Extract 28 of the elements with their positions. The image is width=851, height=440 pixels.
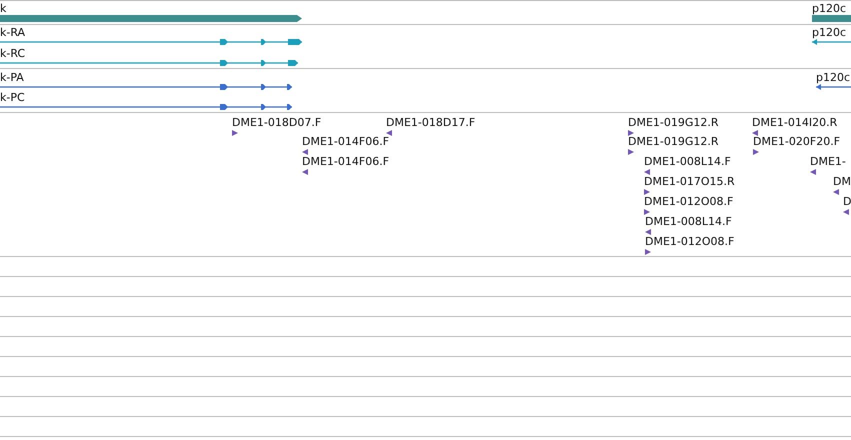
gene-bar[interactable]	[0, 15, 302, 22]
protein-label[interactable]: p120c	[816, 71, 850, 84]
est-label[interactable]: DME1-018D17.F	[386, 116, 476, 129]
protein-label[interactable]: k-PA	[0, 71, 24, 84]
gene-bar[interactable]	[812, 15, 851, 22]
gene-label[interactable]: p120c	[812, 2, 846, 15]
est-label[interactable]: DME1-014I20.R	[752, 116, 838, 129]
est-label[interactable]: DME1-012O08.F	[644, 195, 734, 208]
est-label[interactable]: DME1-	[810, 155, 846, 168]
protein-drawing	[816, 83, 851, 91]
est-label[interactable]: DME1-019G12.R	[628, 116, 719, 129]
est-label[interactable]: DM	[833, 175, 851, 188]
gene-label[interactable]: k	[0, 2, 6, 15]
est-label[interactable]: DME1-019G12.R	[628, 135, 719, 148]
transcript-label[interactable]: k-RA	[0, 26, 26, 39]
est-label[interactable]: DME1-018D07.F	[232, 116, 322, 129]
est-label[interactable]: DME1-012O08.F	[645, 235, 734, 248]
est-label[interactable]: DME1-008L14.F	[645, 215, 732, 228]
est-label[interactable]: DME1-008L14.F	[644, 155, 731, 168]
protein-label[interactable]: k-PC	[0, 91, 25, 104]
est-label[interactable]: DME1-014F06.F	[302, 155, 390, 168]
est-label[interactable]: DME1-014F06.F	[302, 135, 390, 148]
transcript-label[interactable]: p120c	[812, 26, 846, 39]
est-label[interactable]: D	[843, 195, 851, 208]
transcript-drawing	[812, 38, 851, 46]
est-label[interactable]: DME1-017O15.R	[644, 175, 735, 188]
transcript-label[interactable]: k-RC	[0, 47, 26, 60]
est-label[interactable]: DME1-020F20.F	[753, 135, 840, 148]
